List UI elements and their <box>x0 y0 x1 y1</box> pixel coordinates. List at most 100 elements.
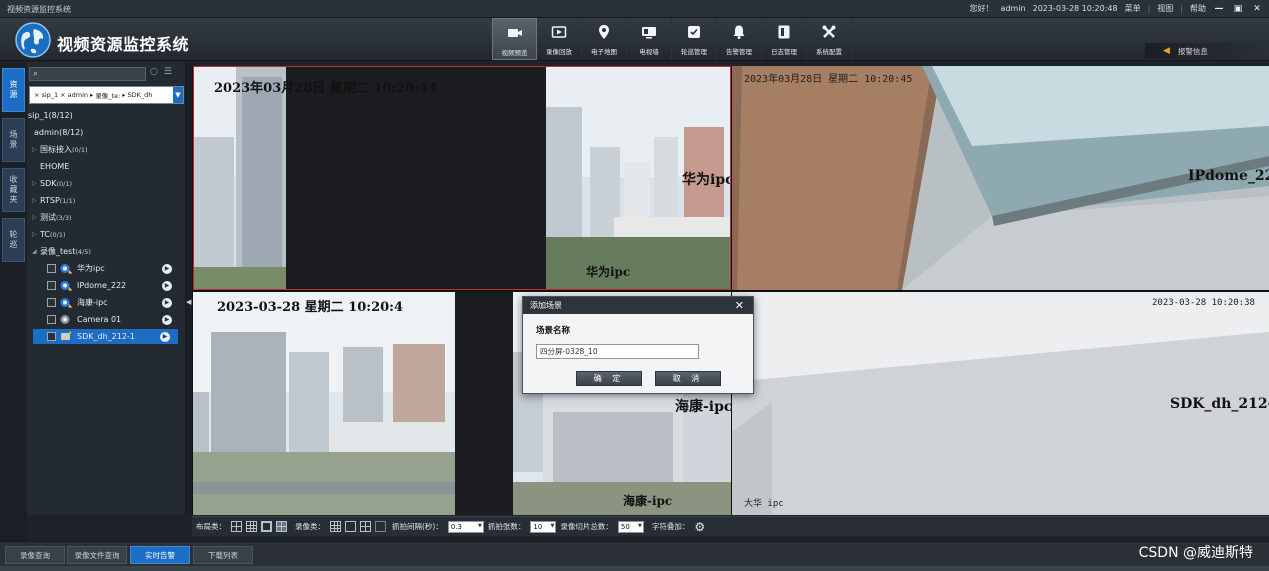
vtab-favorites[interactable]: 收藏夹 <box>2 168 25 212</box>
tree-node-gb[interactable]: ▷ 国标接入 (0/1) <box>32 142 88 157</box>
expand-arrow-icon[interactable]: ▷ <box>32 214 40 221</box>
nav-playback[interactable]: 录像回放 <box>537 18 582 60</box>
layout-9-icon[interactable] <box>246 521 257 532</box>
maximize-button[interactable]: ▣ <box>1232 3 1244 14</box>
search-input[interactable]: ⌕ <box>29 67 146 81</box>
tree-node-label: admin(8/12) <box>34 128 84 137</box>
alarm-info-bar[interactable]: ◀ 报警信息 <box>1145 43 1269 59</box>
tab-record-file-query[interactable]: 录像文件查询 <box>67 546 127 564</box>
video-tile-4[interactable]: 2023-03-28 10:20:38 SDK_dh_212-1 大华 ipc <box>732 292 1269 515</box>
expand-arrow-icon[interactable]: ▷ <box>32 146 40 153</box>
video-tile-1[interactable]: 2023年03月28日 星期二 10:20:44 华为ipc 华为ipc <box>193 66 731 290</box>
camera-item[interactable]: 海康-ipc ▶ <box>47 295 180 310</box>
minimize-button[interactable]: — <box>1213 3 1225 14</box>
vtab-resources[interactable]: 资源 <box>2 68 25 112</box>
camera-checkbox[interactable] <box>47 264 56 273</box>
layout-1-icon[interactable] <box>261 521 272 532</box>
camera-checkbox[interactable] <box>47 315 56 324</box>
slice-total-select[interactable]: 50 ▼ <box>617 520 644 533</box>
record-grid-icon[interactable] <box>330 521 341 532</box>
refresh-icon[interactable]: ○ <box>150 67 158 77</box>
bell-icon <box>733 25 745 39</box>
camera-checkbox[interactable] <box>47 281 56 290</box>
collapse-left-icon[interactable]: ◀ <box>186 298 191 306</box>
breadcrumb[interactable]: × sip_1 × admin ▸ 录像_te: ▸ SDK_dh ▼ <box>29 86 184 104</box>
tree-root-label: sip_1(8/12) <box>28 111 73 120</box>
breadcrumb-item[interactable]: admin <box>68 91 88 99</box>
nav-label: 录像回放 <box>546 48 572 56</box>
osd-camera-name: IPdome_222 <box>1188 168 1269 184</box>
layout-4-icon[interactable] <box>231 521 242 532</box>
tree-node-admin[interactable]: admin(8/12) <box>34 125 83 140</box>
tree-node-rtsp[interactable]: ▷ RTSP (1/1) <box>32 193 75 208</box>
nav-map[interactable]: 电子地图 <box>582 18 627 60</box>
nav-log[interactable]: 日志管理 <box>762 18 807 60</box>
expand-arrow-icon[interactable]: ▷ <box>32 231 40 238</box>
user-name[interactable]: admin <box>1001 4 1026 13</box>
play-icon[interactable]: ▶ <box>162 314 172 325</box>
play-icon[interactable]: ▶ <box>162 297 172 308</box>
menu-link[interactable]: 菜单 <box>1125 3 1141 14</box>
chevron-down-icon[interactable]: ▼ <box>173 87 183 103</box>
clock-text: 2023-03-28 10:20:48 <box>1032 4 1118 13</box>
camera-checkbox[interactable] <box>47 332 56 341</box>
expand-arrow-icon[interactable]: ▷ <box>32 197 40 204</box>
cancel-button[interactable]: 取 消 <box>655 371 721 386</box>
confirm-button[interactable]: 确 定 <box>576 371 642 386</box>
camera-item[interactable]: 华为ipc ▶ <box>47 261 180 276</box>
camera-item[interactable]: IPdome_222 ▶ <box>47 278 180 293</box>
vtab-patrol[interactable]: 轮巡 <box>2 218 25 262</box>
nav-tv-wall[interactable]: 电视墙 <box>627 18 672 60</box>
nav-video-preview[interactable]: 视频预览 <box>492 18 537 60</box>
play-icon[interactable]: ▶ <box>162 280 172 291</box>
tab-realtime-alarm[interactable]: 实时告警 <box>130 546 190 564</box>
camera-label: IPdome_222 <box>77 281 127 290</box>
close-icon[interactable]: ✕ <box>735 299 744 312</box>
tree-node-sdk[interactable]: ▷ SDK (0/1) <box>32 176 72 191</box>
tree-node-record-test[interactable]: ◢ 录像_test (4/5) <box>32 244 91 259</box>
dialog-title: 添加场景 <box>530 301 562 310</box>
tree-node-test[interactable]: ▷ 测试 (3/3) <box>32 210 72 225</box>
camera-item[interactable]: Camera 01 ▶ <box>47 312 180 327</box>
record-clear-icon[interactable] <box>375 521 386 532</box>
camera-checkbox[interactable] <box>47 298 56 307</box>
nav-alarm[interactable]: 告警管理 <box>717 18 762 60</box>
osd-camera-name-2: 海康-ipc <box>623 494 673 508</box>
csdn-watermark: CSDN @威迪斯特 <box>1138 545 1253 561</box>
record-next-icon[interactable] <box>360 521 371 532</box>
tree-root[interactable]: sip_1(8/12) <box>28 108 73 123</box>
expand-arrow-icon[interactable]: ▷ <box>32 180 40 187</box>
capture-interval-value: 0.3 <box>450 522 462 531</box>
play-icon[interactable]: ▶ <box>160 331 170 342</box>
nav-system-config[interactable]: 系统配置 <box>807 18 852 60</box>
nav-patrol[interactable]: 轮巡管理 <box>672 18 717 60</box>
tab-download-list[interactable]: 下载列表 <box>193 546 253 564</box>
scene-name-input[interactable]: 四分屏-0328_10 <box>536 344 699 359</box>
help-link[interactable]: 帮助 <box>1190 3 1206 14</box>
play-icon[interactable]: ▶ <box>162 263 172 274</box>
breadcrumb-item[interactable]: 录像_te: <box>95 90 120 100</box>
tree-node-count: (0/1) <box>56 179 73 188</box>
globe-logo-icon <box>15 22 51 58</box>
capture-count-select[interactable]: 10 ▼ <box>530 520 557 533</box>
breadcrumb-item[interactable]: SDK_dh <box>128 91 153 99</box>
list-view-icon[interactable]: ☰ <box>164 67 172 77</box>
video-preview-icon <box>507 29 522 37</box>
record-prev-icon[interactable] <box>345 521 356 532</box>
view-link[interactable]: 视图 <box>1157 3 1173 14</box>
camera-item-selected[interactable]: SDK_dh_212-1 ▶ <box>33 329 178 344</box>
collapse-arrow-icon[interactable]: ◢ <box>32 248 40 255</box>
layout-custom-icon[interactable] <box>276 521 287 532</box>
capture-interval-select[interactable]: 0.3 ▼ <box>447 520 484 533</box>
tv-wall-icon <box>642 27 656 39</box>
vtab-scenes[interactable]: 场景 <box>2 118 25 162</box>
tree-node-tc[interactable]: ▷ TC (0/1) <box>32 227 66 242</box>
video-tile-2[interactable]: 2023年03月28日 星期二 10:20:45 IPdome_222 <box>732 66 1269 290</box>
osd-timestamp: 2023-03-28 星期二 10:20:4 <box>217 300 404 315</box>
tree-node-ehome[interactable]: EHOME <box>40 159 69 174</box>
side-vertical-tabs: 资源 场景 收藏夹 轮巡 <box>0 62 27 541</box>
close-button[interactable]: ✕ <box>1251 3 1263 14</box>
tab-record-query[interactable]: 录像查询 <box>5 546 65 564</box>
breadcrumb-item[interactable]: sip_1 <box>41 91 58 99</box>
gear-icon[interactable]: ⚙ <box>694 520 705 534</box>
